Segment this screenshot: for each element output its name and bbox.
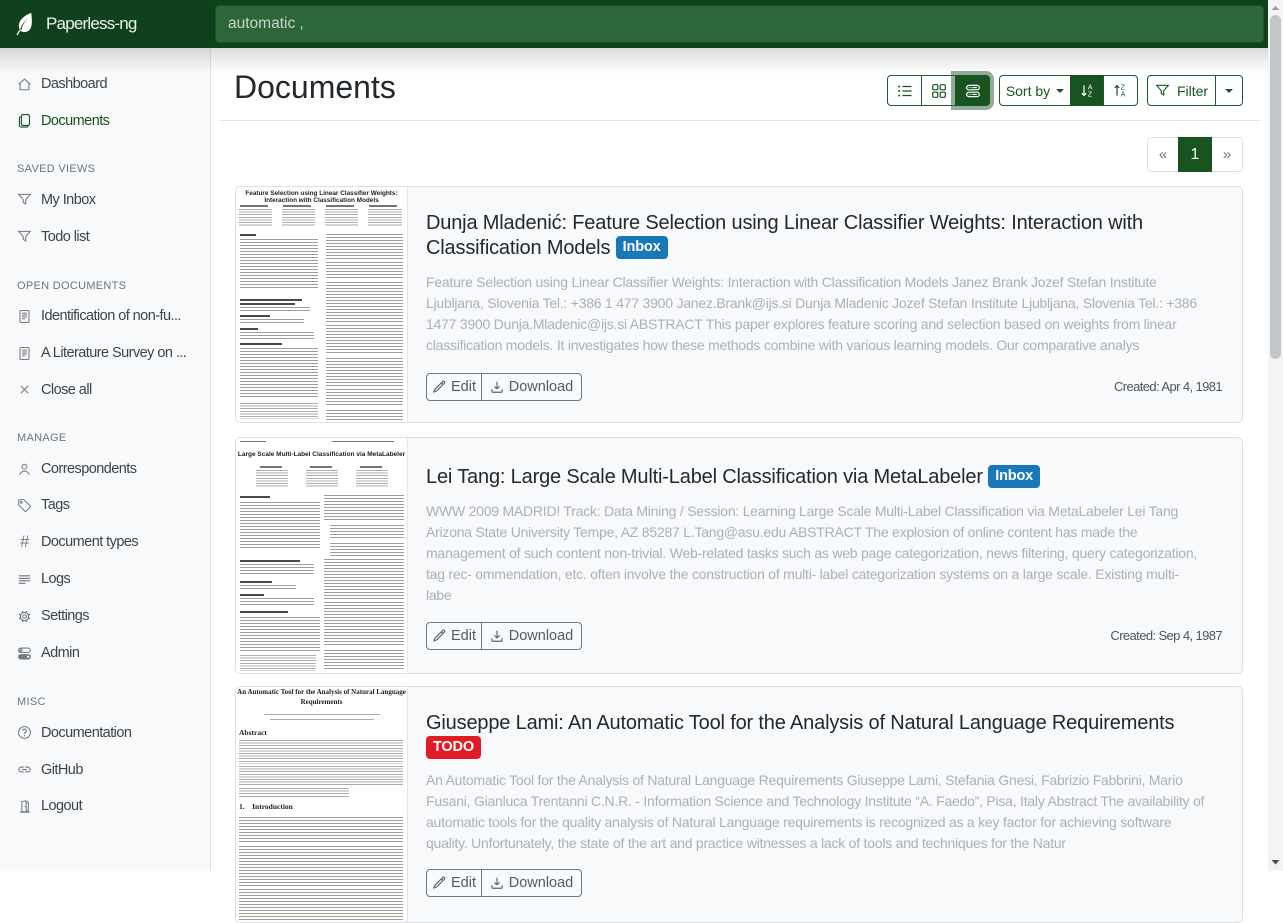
svg-text:Z: Z [1121, 85, 1126, 92]
svg-text:A: A [1121, 92, 1126, 98]
svg-text:A: A [1087, 85, 1092, 92]
svg-text:Z: Z [1087, 92, 1092, 98]
